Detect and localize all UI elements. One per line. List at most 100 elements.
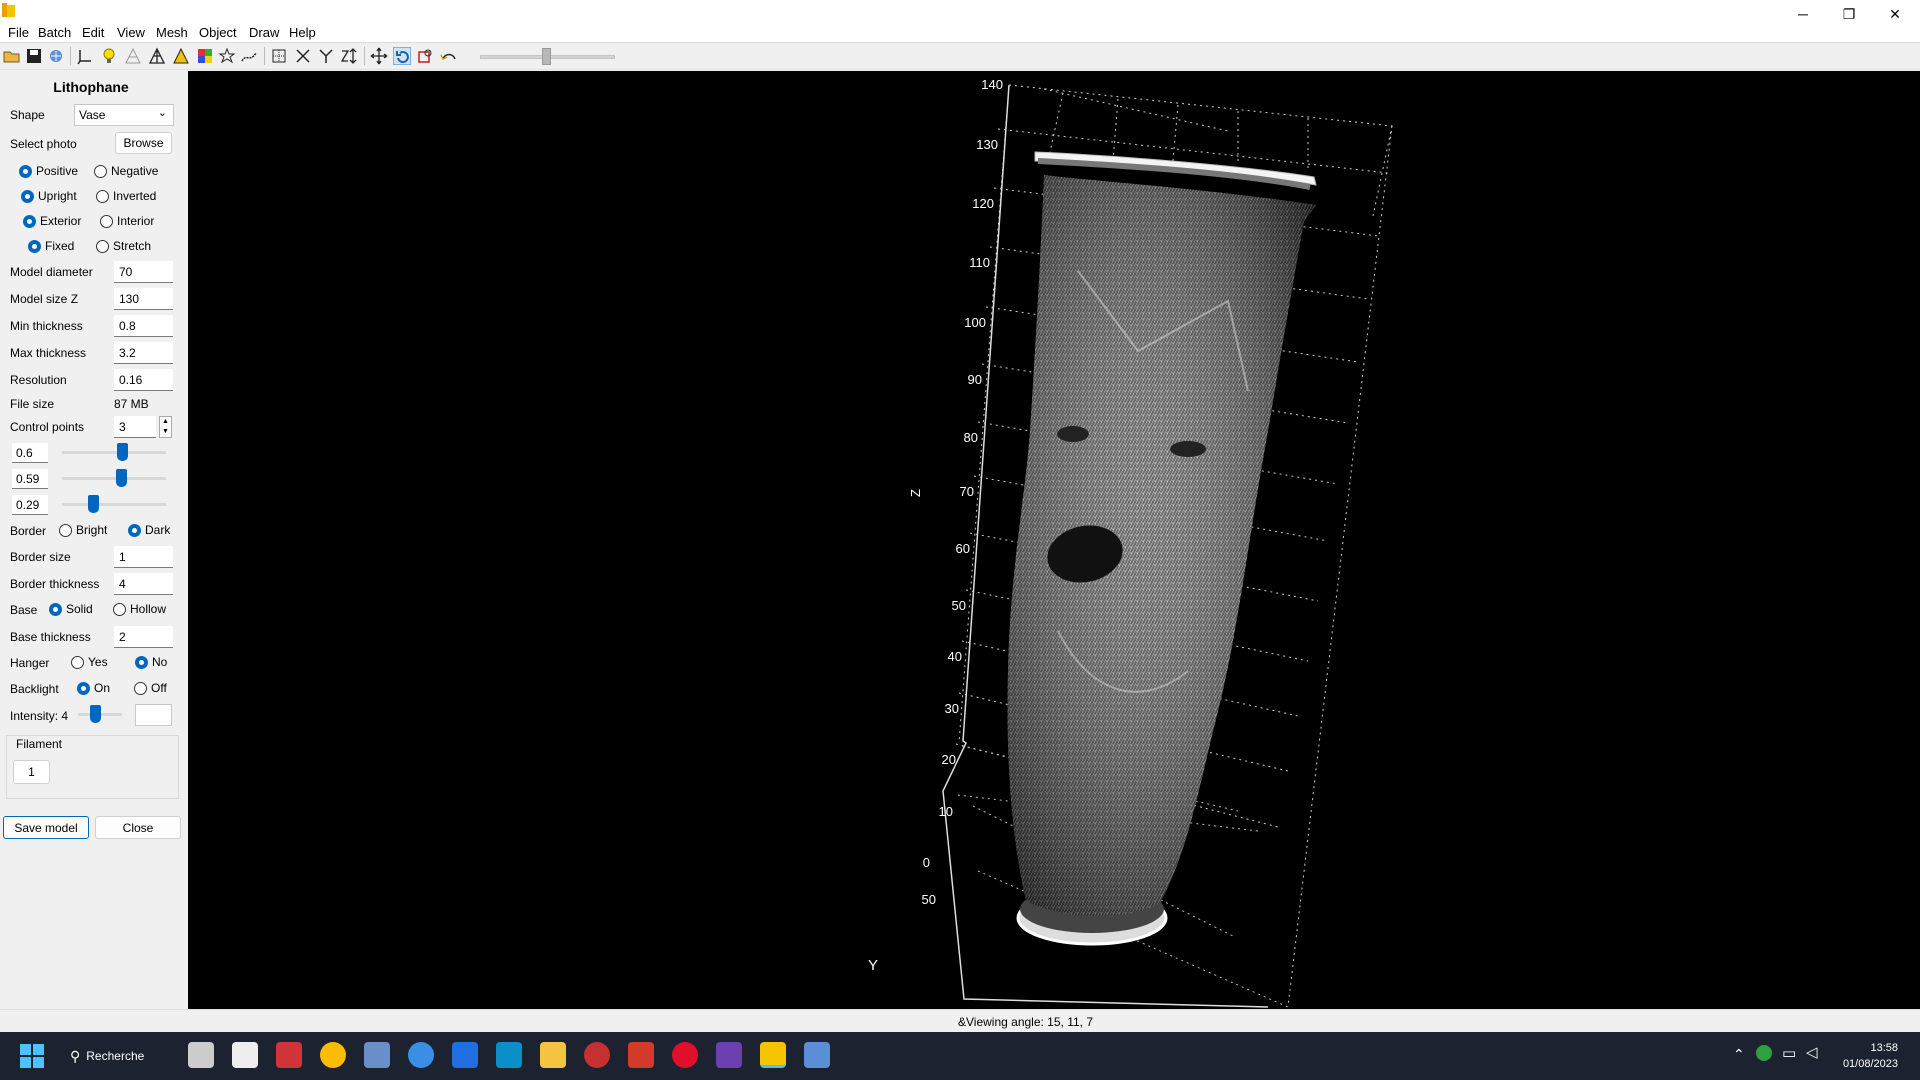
intensity-thumb[interactable] [90,705,101,723]
base-thickness-field[interactable]: 2 [114,626,173,648]
security-shield-icon[interactable] [1756,1045,1772,1061]
control-points-field[interactable]: 3 [114,416,156,438]
menu-help[interactable]: Help [289,25,316,40]
chrome-icon[interactable] [320,1042,346,1068]
app-bars-icon[interactable] [716,1042,742,1068]
rotate-icon[interactable] [393,47,411,65]
opera-icon[interactable] [672,1042,698,1068]
n-app-icon[interactable] [496,1042,522,1068]
file-explorer-icon[interactable] [540,1042,566,1068]
model-diameter-field[interactable]: 70 [114,261,173,283]
min-thickness-field[interactable]: 0.8 [114,315,173,337]
print-icon[interactable] [47,47,65,65]
fixed-radio[interactable]: Fixed [28,239,74,253]
border-size-field[interactable]: 1 [114,546,173,568]
control-point-1-slider[interactable] [62,451,166,454]
backlight-on-radio[interactable]: On [77,681,110,695]
c-app-icon[interactable] [452,1042,478,1068]
hanger-yes-radio[interactable]: Yes [71,655,108,669]
save-model-button[interactable]: Save model [3,816,89,839]
volume-icon[interactable]: ◁ [1806,1043,1818,1061]
app-dragon-icon[interactable] [584,1042,610,1068]
settings-app-icon[interactable] [628,1042,654,1068]
intensity-label: Intensity: 4 [10,709,69,723]
chevron-up-icon[interactable]: ⌃ [1733,1046,1745,1063]
spinner-down-icon[interactable]: ▼ [160,427,171,437]
interior-radio[interactable]: Interior [100,214,154,228]
control-point-3-thumb[interactable] [88,495,99,513]
mesh-icon[interactable] [148,47,166,65]
star-icon[interactable] [218,47,236,65]
hollow-radio[interactable]: Hollow [113,602,166,616]
z-axis-ticks: 140 130 120 110 100 90 80 70 60 50 40 30… [922,77,1003,907]
dark-radio[interactable]: Dark [128,523,170,537]
control-point-3-slider[interactable] [62,503,166,506]
menu-file[interactable]: File [8,25,29,40]
menu-view[interactable]: View [117,25,145,40]
network-icon[interactable]: ▭ [1782,1044,1796,1062]
menu-edit[interactable]: Edit [82,25,104,40]
shaded-icon[interactable] [172,47,190,65]
browse-button[interactable]: Browse [115,132,172,154]
border-thickness-field[interactable]: 4 [114,573,173,595]
control-point-2-thumb[interactable] [116,469,127,487]
scale-x-icon[interactable] [294,47,312,65]
resolution-field[interactable]: 0.16 [114,369,173,391]
control-point-1-field[interactable]: 0.6 [12,443,48,463]
3d-scene[interactable]: 140 130 120 110 100 90 80 70 60 50 40 30… [188,71,1920,1009]
zoom-box-icon[interactable] [416,47,434,65]
control-point-2-slider[interactable] [62,477,166,480]
control-points-spinner[interactable]: ▲ ▼ [159,416,172,438]
upright-radio[interactable]: Upright [21,189,77,203]
control-point-3-field[interactable]: 0.29 [12,495,48,515]
undo-arrow-icon[interactable] [440,47,458,65]
lithophane-app-icon[interactable] [760,1042,786,1068]
radio-dot [77,681,90,695]
bright-radio[interactable]: Bright [59,523,107,537]
taskbar-search[interactable]: ⚲ Recherche [70,1040,170,1072]
wireframe-icon[interactable] [124,47,142,65]
network-app-icon[interactable] [364,1042,390,1068]
calculator-icon[interactable] [804,1042,830,1068]
solid-radio[interactable]: Solid [49,602,93,616]
light-bulb-icon[interactable] [100,47,118,65]
axes-icon[interactable] [76,47,94,65]
scale-z-icon[interactable] [340,47,358,65]
control-point-2-field[interactable]: 0.59 [12,469,48,489]
app-red-icon[interactable] [276,1042,302,1068]
browser-icon[interactable] [408,1042,434,1068]
save-disk-icon[interactable] [25,47,43,65]
close-button[interactable]: Close [95,816,181,839]
move-icon[interactable] [370,47,388,65]
menu-batch[interactable]: Batch [38,25,71,40]
curve-icon[interactable] [240,47,258,65]
control-point-1-thumb[interactable] [117,443,128,461]
menu-object[interactable]: Object [199,25,237,40]
system-clock[interactable]: 13:58 01/08/2023 [1843,1040,1898,1072]
positive-radio[interactable]: Positive [19,164,78,178]
negative-radio[interactable]: Negative [94,164,158,178]
inverted-radio[interactable]: Inverted [96,189,156,203]
model-size-z-field[interactable]: 130 [114,288,173,310]
stretch-radio[interactable]: Stretch [96,239,151,253]
toolbar-separator [70,47,71,65]
scale-y-icon[interactable] [317,47,335,65]
color-icon[interactable] [196,47,214,65]
exterior-radio[interactable]: Exterior [23,214,81,228]
shape-select[interactable]: Vase ⌄ [74,104,174,126]
backlight-off-radio[interactable]: Off [134,681,167,695]
filament-button[interactable]: 1 [13,760,50,784]
task-view-icon[interactable] [188,1042,214,1068]
max-thickness-field[interactable]: 3.2 [114,342,173,364]
bounding-box-icon[interactable] [270,47,288,65]
spinner-up-icon[interactable]: ▲ [160,417,171,427]
3d-viewport[interactable]: 140 130 120 110 100 90 80 70 60 50 40 30… [188,71,1920,1009]
hanger-no-radio[interactable]: No [135,655,167,669]
backlight-color-swatch[interactable] [135,704,172,726]
windows-start-icon[interactable] [20,1044,44,1068]
snipping-tool-icon[interactable] [232,1042,258,1068]
menu-draw[interactable]: Draw [249,25,279,40]
menu-mesh[interactable]: Mesh [156,25,188,40]
zoom-slider-thumb[interactable] [542,48,551,65]
open-folder-icon[interactable] [3,47,21,65]
